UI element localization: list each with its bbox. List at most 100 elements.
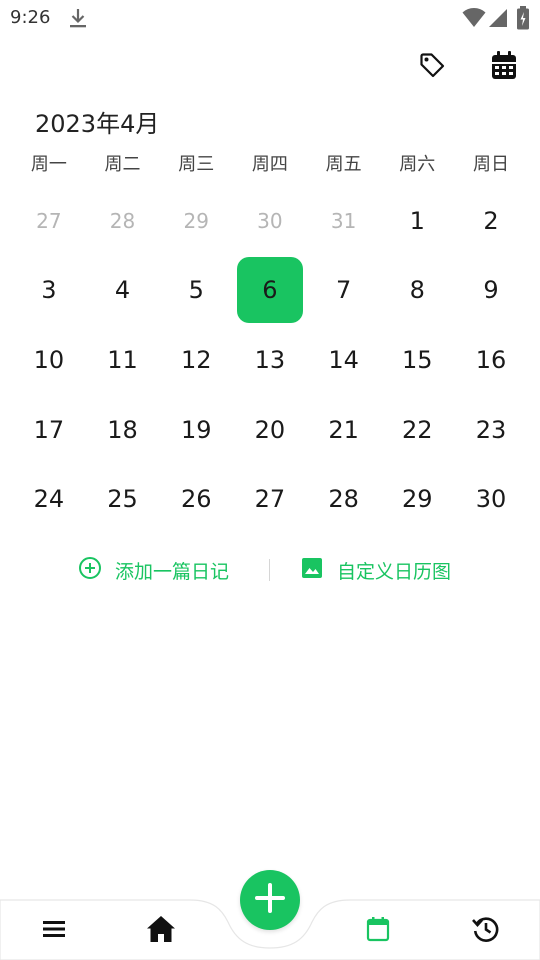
calendar-day-number: 16: [475, 345, 507, 374]
calendar-day[interactable]: 17: [12, 395, 86, 465]
weekday-label: 周二: [104, 154, 141, 175]
calendar-day-number: 10: [33, 345, 65, 374]
weekday-label: 周五: [325, 154, 362, 175]
calendar-day[interactable]: 1: [380, 186, 454, 256]
calendar-day-number: 28: [328, 485, 359, 514]
calendar-day-number: 2: [483, 206, 499, 235]
signal-icon: [488, 8, 508, 32]
calendar-day-number: 1: [409, 206, 425, 235]
download-icon: [68, 7, 88, 29]
calendar-button[interactable]: [487, 50, 521, 84]
calendar-day-number: 30: [475, 485, 507, 514]
calendar-day-number: 27: [36, 208, 62, 233]
calendar-day-number: 25: [107, 485, 138, 514]
nav-history-button[interactable]: [469, 914, 503, 948]
tag-icon: [419, 52, 445, 82]
plus-icon: [254, 882, 286, 918]
calendar-day-number: 5: [188, 276, 204, 305]
calendar-day[interactable]: 2: [454, 186, 528, 256]
calendar-day-number: 4: [114, 276, 131, 305]
history-icon: [472, 915, 500, 947]
calendar-grid: 27 28 29 30 31 1 2 3 4 5 6 7 8 9 10 11 12 13 14 15 16 17 18 19 2…: [12, 186, 528, 534]
nav-calendar-button[interactable]: [361, 914, 395, 948]
calendar-day-number: 20: [254, 415, 286, 444]
calendar-day[interactable]: 5: [159, 256, 233, 326]
calendar-day-other-month[interactable]: 27: [12, 186, 86, 256]
calendar-day-number: 7: [335, 276, 352, 305]
calendar-day-number: 17: [33, 415, 65, 444]
battery-icon: [516, 6, 530, 34]
calendar-day[interactable]: 18: [86, 395, 160, 465]
calendar-day-number: 26: [180, 485, 212, 514]
calendar-day-number: 13: [254, 345, 286, 374]
calendar-day[interactable]: 25: [86, 464, 160, 534]
calendar-day-number: 15: [402, 345, 433, 374]
calendar-day[interactable]: 20: [233, 395, 307, 465]
calendar-day[interactable]: 22: [380, 395, 454, 465]
calendar-day-number: 22: [402, 415, 433, 444]
calendar-day[interactable]: 19: [159, 395, 233, 465]
weekday-label: 周日: [472, 154, 509, 175]
calendar-day[interactable]: 8: [380, 256, 454, 326]
status-bar: 9:26: [0, 0, 540, 36]
calendar-day-number: 24: [33, 485, 65, 514]
calendar-day[interactable]: 21: [307, 395, 381, 465]
calendar-day-other-month[interactable]: 29: [159, 186, 233, 256]
calendar-day[interactable]: 23: [454, 395, 528, 465]
add-diary-button[interactable]: 添加一篇日记: [78, 554, 229, 586]
month-title[interactable]: 2023年4月: [35, 104, 159, 139]
calendar-day-number: 30: [257, 208, 283, 233]
calendar-day-number: 8: [409, 276, 425, 305]
nav-menu-button[interactable]: [37, 914, 71, 948]
calendar-day[interactable]: 12: [159, 325, 233, 395]
weekday-label: 周三: [178, 154, 215, 175]
calendar-day[interactable]: 9: [454, 256, 528, 326]
calendar-day[interactable]: 10: [12, 325, 86, 395]
calendar-day[interactable]: 15: [380, 325, 454, 395]
custom-calendar-image-label: 自定义日历图: [337, 560, 452, 583]
calendar-day[interactable]: 3: [12, 256, 86, 326]
add-entry-fab[interactable]: [240, 870, 300, 930]
calendar-day[interactable]: 26: [159, 464, 233, 534]
status-time: 9:26: [10, 7, 51, 28]
action-divider: [269, 559, 270, 581]
calendar-day[interactable]: 27: [233, 464, 307, 534]
action-bar: 添加一篇日记 自定义日历图: [0, 554, 540, 586]
calendar-day[interactable]: 30: [454, 464, 528, 534]
calendar-day[interactable]: 24: [12, 464, 86, 534]
calendar-day[interactable]: 4: [86, 256, 160, 326]
calendar-icon: [491, 51, 517, 83]
calendar-day[interactable]: 16: [454, 325, 528, 395]
weekday-label: 周一: [30, 154, 67, 175]
calendar-day-selected[interactable]: 6: [233, 256, 307, 326]
calendar-day-number: 18: [107, 415, 138, 444]
calendar-day-other-month[interactable]: 31: [307, 186, 381, 256]
calendar-day-number: 19: [180, 415, 212, 444]
calendar-day-number: 27: [254, 485, 286, 514]
calendar-day[interactable]: 29: [380, 464, 454, 534]
calendar-day-number: 28: [109, 208, 136, 233]
calendar-day[interactable]: 13: [233, 325, 307, 395]
calendar-day-other-month[interactable]: 28: [86, 186, 160, 256]
add-circle-icon: [78, 556, 115, 585]
calendar-day-other-month[interactable]: 30: [233, 186, 307, 256]
calendar-day-number: 11: [107, 345, 138, 374]
calendar-day[interactable]: 28: [307, 464, 381, 534]
calendar-day-number: 12: [180, 345, 212, 374]
calendar-day-number: 29: [183, 208, 209, 233]
nav-home-button[interactable]: [144, 914, 178, 948]
image-icon: [300, 556, 337, 585]
calendar-day-number: 29: [402, 485, 433, 514]
custom-calendar-image-button[interactable]: 自定义日历图: [300, 554, 451, 586]
calendar-day[interactable]: 14: [307, 325, 381, 395]
calendar-icon: [366, 916, 390, 946]
tag-button[interactable]: [415, 50, 449, 84]
calendar-day-number: 9: [483, 276, 499, 305]
calendar-day[interactable]: 11: [86, 325, 160, 395]
calendar-day[interactable]: 7: [307, 256, 381, 326]
weekday-header: 周一 周二 周三 周四 周五 周六 周日: [12, 150, 528, 176]
calendar-day-number: 31: [330, 208, 357, 233]
wifi-icon: [462, 8, 486, 32]
calendar-day-number: 3: [41, 276, 57, 305]
calendar-day-number: 23: [475, 415, 507, 444]
